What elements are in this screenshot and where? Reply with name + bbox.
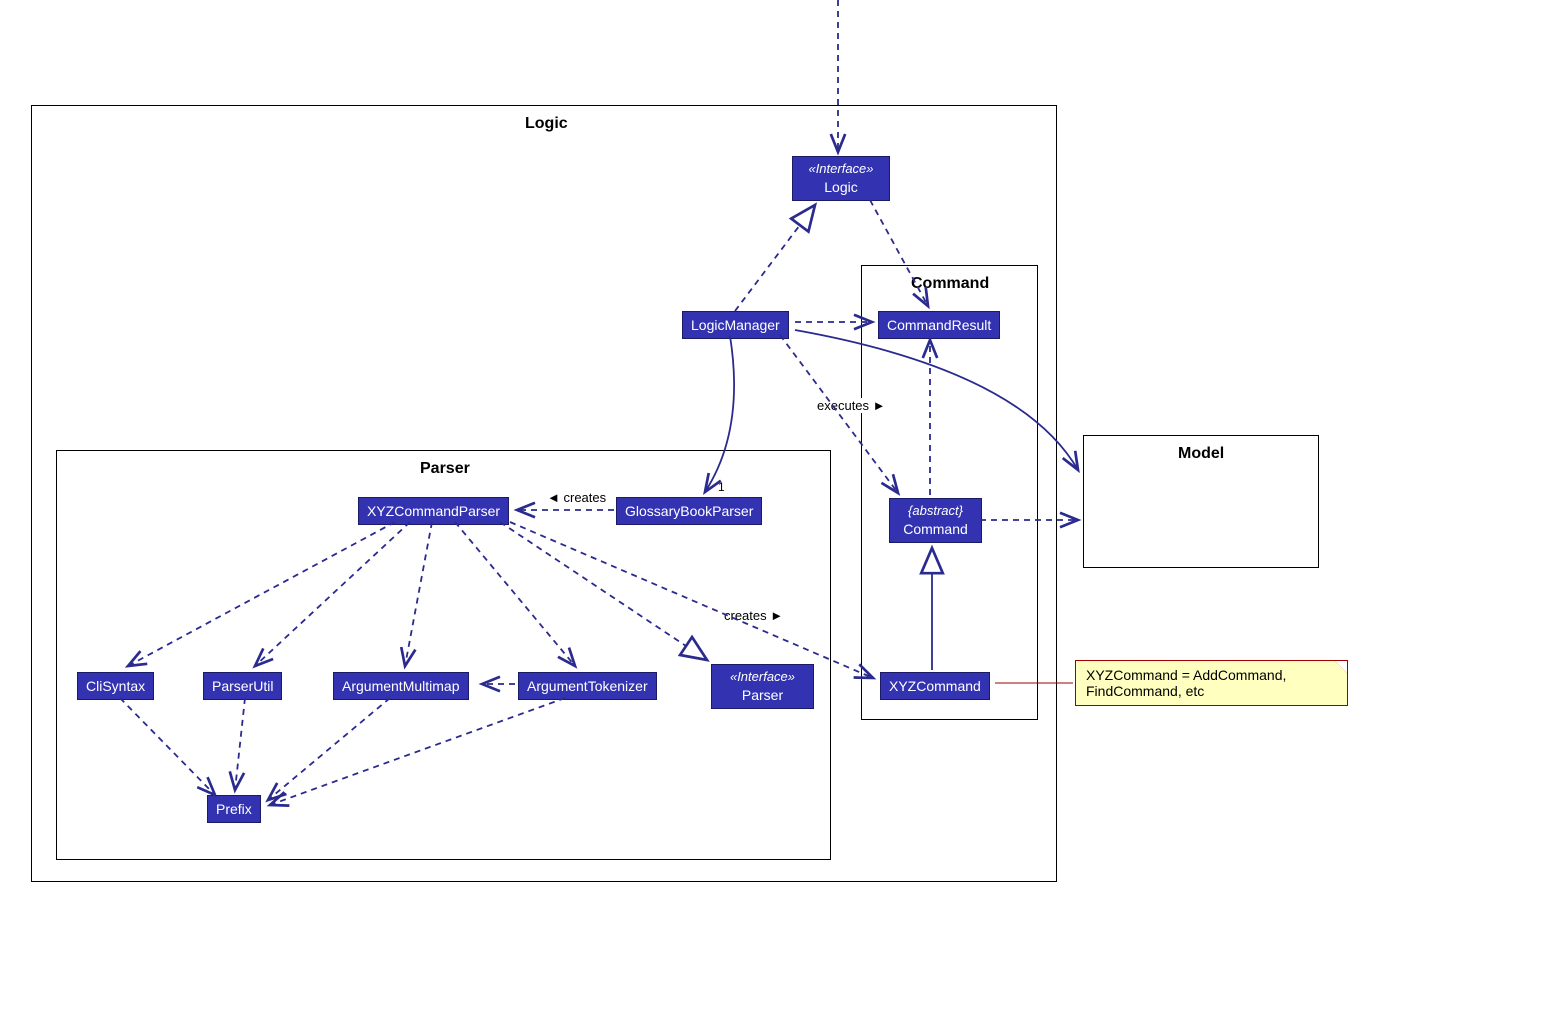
multiplicity-1: 1	[718, 480, 725, 494]
label-executes: executes ►	[815, 398, 888, 413]
class-name: Parser	[742, 687, 783, 703]
note-xyz-command: XYZCommand = AddCommand, FindCommand, et…	[1075, 660, 1348, 706]
class-argument-tokenizer: ArgumentTokenizer	[518, 672, 657, 700]
class-abstract-command: {abstract} Command	[889, 498, 982, 543]
label-creates-2: creates ►	[722, 608, 785, 623]
note-text: XYZCommand = AddCommand, FindCommand, et…	[1086, 667, 1286, 699]
class-name: XYZCommandParser	[367, 503, 500, 519]
class-argument-multimap: ArgumentMultimap	[333, 672, 469, 700]
note-fold-icon	[1334, 660, 1348, 674]
class-command-result: CommandResult	[878, 311, 1000, 339]
class-name: CliSyntax	[86, 678, 145, 694]
class-name: XYZCommand	[889, 678, 981, 694]
stereotype-abstract: {abstract}	[898, 503, 973, 520]
package-parser-label: Parser	[420, 460, 470, 478]
class-prefix: Prefix	[207, 795, 261, 823]
class-name: ParserUtil	[212, 678, 273, 694]
class-name: Prefix	[216, 801, 252, 817]
class-name: ArgumentTokenizer	[527, 678, 648, 694]
class-glossary-book-parser: GlossaryBookParser	[616, 497, 762, 525]
class-parser-util: ParserUtil	[203, 672, 282, 700]
class-logic-interface: «Interface» Logic	[792, 156, 890, 201]
class-cli-syntax: CliSyntax	[77, 672, 154, 700]
class-name: Command	[903, 521, 968, 537]
class-logic-manager: LogicManager	[682, 311, 789, 339]
stereotype-interface: «Interface»	[720, 669, 805, 686]
package-command-label: Command	[911, 275, 989, 293]
class-name: Logic	[824, 179, 857, 195]
class-name: CommandResult	[887, 317, 991, 333]
package-model-label: Model	[1178, 445, 1224, 463]
class-name: LogicManager	[691, 317, 780, 333]
class-xyz-command-parser: XYZCommandParser	[358, 497, 509, 525]
class-name: GlossaryBookParser	[625, 503, 753, 519]
stereotype-interface: «Interface»	[801, 161, 881, 178]
class-parser-interface: «Interface» Parser	[711, 664, 814, 709]
class-name: ArgumentMultimap	[342, 678, 460, 694]
package-logic-label: Logic	[525, 115, 568, 133]
class-xyz-command: XYZCommand	[880, 672, 990, 700]
label-creates-1: ◄ creates	[545, 490, 608, 505]
